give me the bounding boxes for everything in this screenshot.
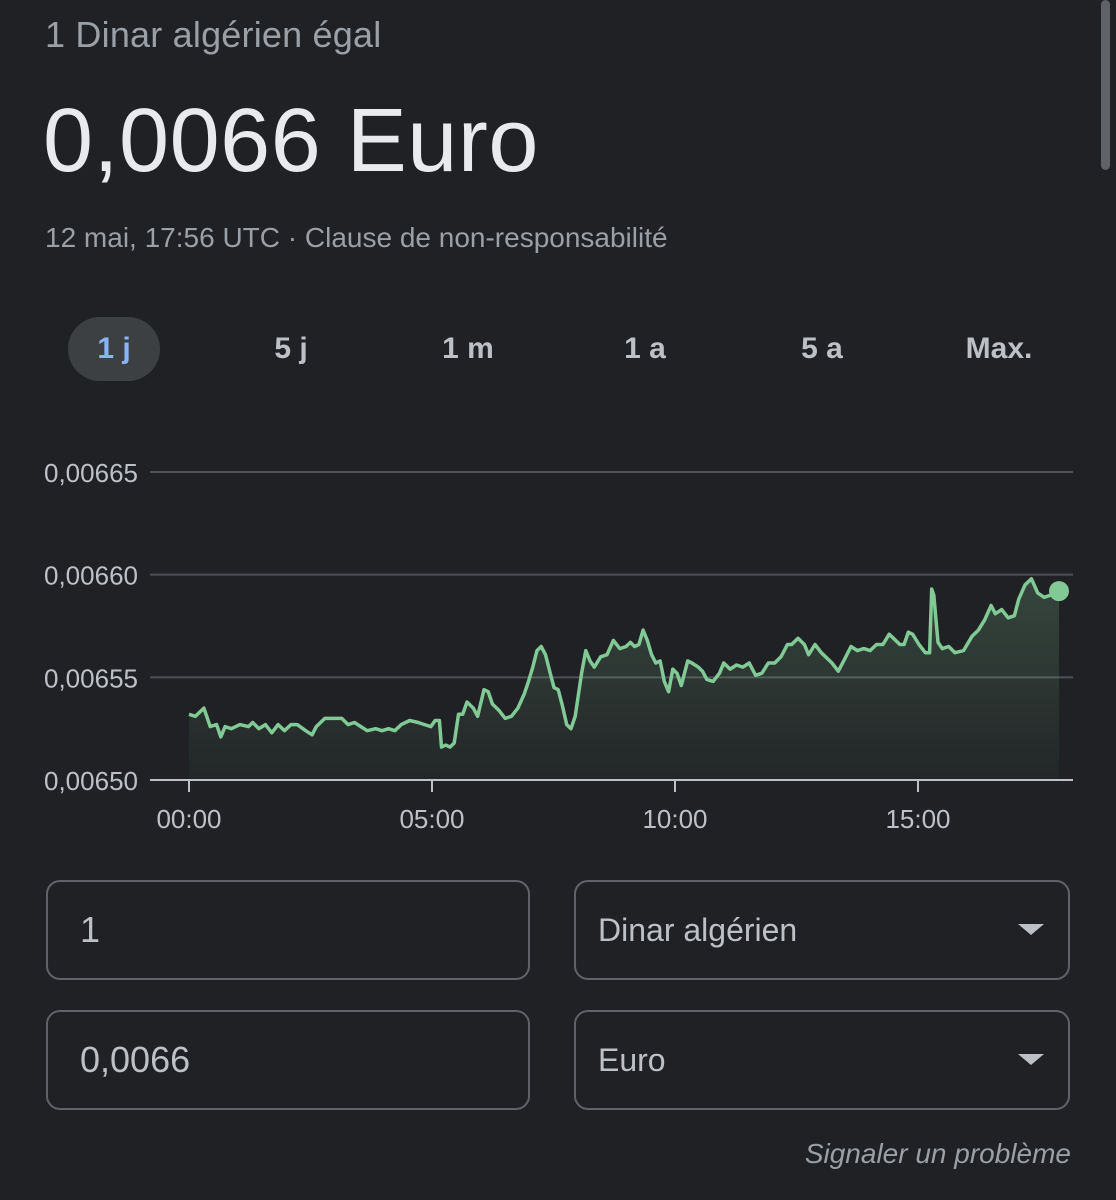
tab-1-month[interactable]: 1 m [422,317,514,381]
tab-1-day[interactable]: 1 j [68,317,160,381]
chart-x-tick-label: 15:00 [885,804,950,834]
result-input[interactable]: 0,0066 [46,1010,530,1110]
meta-separator: · [280,222,305,253]
chart-x-tick-label: 05:00 [399,804,464,834]
conversion-eyebrow: 1 Dinar algérien égal [45,14,382,55]
time-range-tabs: 1 j 5 j 1 m 1 a 5 a Max. [68,317,1078,381]
from-currency-label: Dinar algérien [598,912,798,948]
chevron-down-icon [1018,1054,1044,1065]
report-problem-link[interactable]: Signaler un problème [805,1138,1071,1170]
chart-y-tick-label: 0,00665 [44,458,138,488]
disclaimer-link[interactable]: Clause de non-responsabilité [305,222,668,253]
amount-input[interactable]: 1 [46,880,530,980]
chart-last-point[interactable] [1049,581,1069,602]
tab-max[interactable]: Max. [943,317,1055,381]
chart-y-tick-label: 0,00655 [44,663,138,693]
page-scrollbar[interactable] [1101,0,1110,170]
from-currency-select[interactable]: Dinar algérien [574,880,1070,980]
tab-5-years[interactable]: 5 a [776,317,868,381]
chart-x-tick-label: 00:00 [156,804,221,834]
chevron-down-icon [1018,924,1044,935]
chart-y-tick-label: 0,00650 [44,766,138,796]
chart-area-fill [189,578,1059,780]
chart-y-tick-label: 0,00660 [44,561,138,591]
to-currency-select[interactable]: Euro [574,1010,1070,1110]
tab-5-days[interactable]: 5 j [245,317,337,381]
exchange-rate-chart[interactable]: 0,00665 0,00660 0,00655 0,00650 00:00 05:00 1… [0,440,1116,850]
chart-x-tick-label: 10:00 [642,804,707,834]
rate-timestamp: 12 mai, 17:56 UTC [45,222,280,253]
rate-meta: 12 mai, 17:56 UTC · Clause de non-respon… [45,222,668,254]
conversion-result-headline: 0,0066 Euro [43,91,539,191]
tab-1-year[interactable]: 1 a [599,317,691,381]
to-currency-label: Euro [598,1042,666,1078]
